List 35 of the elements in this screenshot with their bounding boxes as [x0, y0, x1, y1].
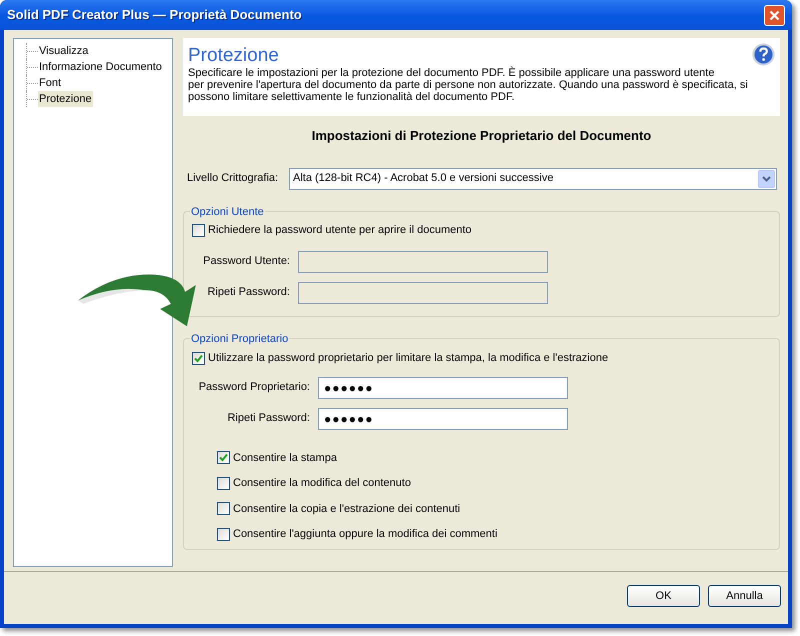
section-heading: Impostazioni di Protezione Proprietario del Documento [310, 127, 652, 145]
tree-item[interactable]: Informazione Documento [38, 58, 163, 76]
description-text: Specificare le impostazioni per la protezione del documento PDF. È possibile applicare una password utente per prevenire l'apertura del documento da parte di persone non autorizzate. Quando una password è specificata, si possono limitare selettivamente le funzionalità del documento PDF. [188, 67, 749, 103]
dialog-button[interactable]: Annulla [708, 585, 781, 607]
checkbox-label: Utilizzare la password proprietario per limitare la stampa, la modifica e l'estrazione [208, 351, 608, 366]
help-icon[interactable] [752, 43, 775, 66]
page-title: Protezione [188, 44, 279, 68]
field-label: Password Utente: [202, 254, 291, 270]
dialog-button[interactable]: OK [627, 585, 700, 607]
checkbox[interactable] [217, 502, 230, 516]
checkbox[interactable] [217, 451, 230, 464]
checkbox[interactable] [192, 224, 205, 237]
checkbox-label: Consentire l'aggiunta oppure la modifica dei commenti [233, 527, 498, 542]
tree-item[interactable]: Visualizza [38, 42, 90, 60]
encryption-label: Livello Crittografia: [187, 171, 280, 186]
tree-item[interactable]: Protezione [38, 90, 93, 108]
password-field[interactable]: ●●●●●● [318, 376, 568, 398]
checkbox[interactable] [217, 476, 230, 490]
field-label: Ripeti Password: [206, 285, 291, 300]
tree-item[interactable]: Font [38, 74, 62, 92]
window-title: Solid PDF Creator Plus — Proprietà Documento [7, 6, 302, 24]
group-legend: Opzioni Utente [190, 204, 265, 220]
checkbox[interactable] [192, 352, 205, 365]
checkbox-label: Consentire la modifica del contenuto [233, 476, 411, 491]
field-label: Ripeti Password: [226, 411, 311, 426]
checkbox-label: Richiedere la password utente per aprire il documento [208, 223, 472, 238]
checkbox-label: Consentire la copia e l'estrazione dei contenuti [233, 502, 460, 516]
group-legend: Opzioni Proprietario [190, 330, 290, 347]
checkbox-label: Consentire la stampa [233, 450, 337, 466]
encryption-dropdown[interactable]: Alta (128-bit RC4) - Acrobat 5.0 e versioni successive [289, 168, 777, 190]
password-field[interactable]: ●●●●●● [318, 408, 568, 430]
checkbox[interactable] [217, 528, 230, 541]
field-label: Password Proprietario: [198, 380, 311, 396]
close-button[interactable] [764, 4, 785, 26]
close-icon [769, 10, 780, 20]
